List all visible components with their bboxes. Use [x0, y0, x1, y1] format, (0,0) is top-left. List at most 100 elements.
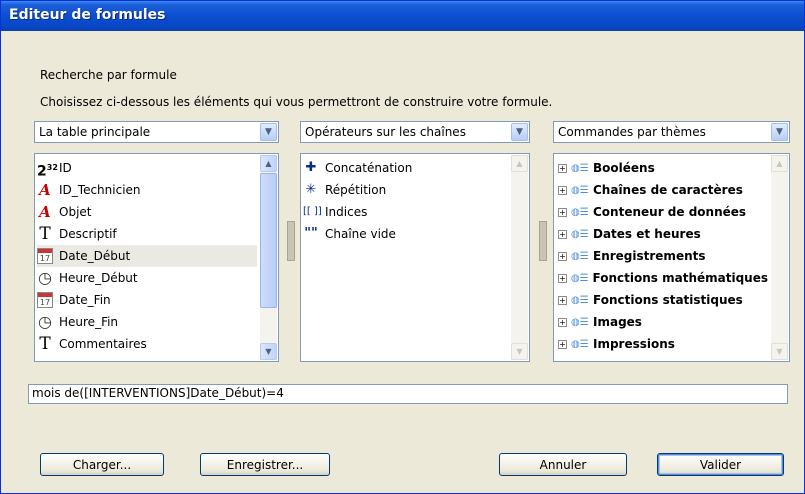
table-dropdown[interactable]: La table principale ▼	[34, 121, 279, 143]
fields-scrollbar[interactable]: ▲ ▼	[260, 155, 277, 360]
date-field-icon: 17	[37, 248, 53, 264]
theme-item[interactable]: + ◍☰ Conteneur de données	[558, 201, 768, 223]
brackets-operator-icon: [[ ]]	[303, 206, 322, 217]
operator-label: Indices	[325, 205, 368, 219]
field-label: Heure_Fin	[59, 315, 119, 329]
save-button[interactable]: Enregistrer...	[200, 453, 330, 476]
theme-label: Enregistrements	[593, 249, 706, 263]
field-item[interactable]: ◷ Heure_Début	[37, 267, 257, 289]
plus-operator-icon: ✚	[305, 160, 317, 175]
theme-icon: ◍☰	[571, 338, 589, 350]
search-heading: Recherche par formule	[40, 68, 177, 82]
text-field-icon: T	[39, 334, 51, 354]
theme-label: Images	[593, 315, 642, 329]
theme-icon: ◍☰	[570, 272, 589, 284]
operator-label: Chaîne vide	[325, 227, 396, 241]
time-field-icon: ◷	[38, 268, 52, 287]
numeric-field-icon: 232	[37, 163, 58, 180]
theme-icon: ◍☰	[571, 250, 589, 262]
scroll-up-icon: ▲	[771, 155, 788, 172]
field-item[interactable]: T Descriptif	[37, 223, 257, 245]
themes-tree[interactable]: ▲ ▼ + ◍☰ Booléens + ◍☰ Chaînes de caractères +…	[553, 153, 790, 362]
table-dropdown-value: La table principale	[39, 125, 151, 139]
text-field-icon: T	[39, 224, 51, 244]
theme-item[interactable]: + ◍☰ Booléens	[558, 157, 768, 179]
field-label: Avancement	[59, 359, 134, 361]
left-splitter[interactable]	[287, 221, 295, 261]
expand-icon[interactable]: +	[558, 163, 567, 173]
theme-item[interactable]: + ◍☰ Fonctions statistiques	[558, 289, 768, 311]
theme-item[interactable]: + ◍☰ Impressions	[558, 333, 768, 355]
theme-item[interactable]: + ◍☰ Fonctions mathématiques	[558, 267, 768, 289]
operators-dropdown[interactable]: Opérateurs sur les chaînes ▼	[300, 121, 530, 143]
empty-string-icon: ""	[304, 226, 318, 241]
expand-icon[interactable]: +	[558, 317, 567, 327]
validate-button[interactable]: Valider	[657, 453, 784, 476]
theme-item[interactable]: + ◍☰ Dates et heures	[558, 223, 768, 245]
theme-item[interactable]: + ◍☰ Chaînes de caractères	[558, 179, 768, 201]
field-label: Heure_Début	[59, 271, 138, 285]
field-label: Descriptif	[59, 227, 117, 241]
field-item[interactable]: T Commentaires	[37, 333, 257, 355]
chevron-down-icon[interactable]: ▼	[260, 123, 277, 141]
theme-item[interactable]: + ◍☰ Enregistrements	[558, 245, 768, 267]
expand-icon[interactable]: +	[558, 295, 567, 305]
expand-icon[interactable]: +	[558, 273, 567, 283]
instruction-text: Choisissez ci-dessous les éléments qui v…	[40, 95, 553, 109]
alpha-field-icon: A	[39, 203, 51, 221]
operator-label: Répétition	[325, 183, 387, 197]
themes-dropdown-value: Commandes par thèmes	[558, 125, 706, 139]
scroll-thumb[interactable]	[260, 173, 277, 308]
integer-field-icon: 16	[37, 358, 53, 361]
field-item[interactable]: 17 Date_Début	[37, 245, 257, 267]
right-splitter[interactable]	[539, 221, 547, 261]
theme-label: Fonctions statistiques	[593, 293, 743, 307]
field-label: ID_Technicien	[59, 183, 141, 197]
title-bar[interactable]: Editeur de formules	[1, 1, 804, 31]
themes-scrollbar[interactable]: ▲ ▼	[771, 155, 788, 360]
field-item[interactable]: ◷ Heure_Fin	[37, 311, 257, 333]
chevron-down-icon[interactable]: ▼	[771, 123, 788, 141]
formula-input[interactable]: mois de([INTERVENTIONS]Date_Début)=4	[28, 384, 788, 404]
field-item[interactable]: A Objet	[37, 201, 257, 223]
theme-icon: ◍☰	[571, 184, 589, 196]
field-item[interactable]: 232 ID	[37, 157, 257, 180]
theme-label: Chaînes de caractères	[593, 183, 743, 197]
scroll-down-icon[interactable]: ▼	[260, 343, 277, 360]
cancel-button[interactable]: Annuler	[499, 453, 627, 476]
operators-list[interactable]: ▲ ▼ ✚ Concaténation ✳ Répétition[[ ]] Indice…	[300, 153, 530, 362]
expand-icon[interactable]: +	[558, 229, 567, 239]
operator-item[interactable]: ✚ Concaténation	[303, 157, 413, 179]
expand-icon[interactable]: +	[558, 339, 567, 349]
formula-text: mois de([INTERVENTIONS]Date_Début)=4	[32, 386, 284, 400]
operator-item[interactable]: ✳ Répétition	[303, 179, 387, 201]
scroll-down-icon: ▼	[511, 343, 528, 360]
field-item[interactable]: 16 Avancement	[37, 355, 257, 361]
expand-icon[interactable]: +	[558, 207, 567, 217]
operators-dropdown-value: Opérateurs sur les chaînes	[305, 125, 466, 139]
field-label: ID	[59, 161, 72, 175]
fields-list[interactable]: ▲ ▼ 232 ID A ID_Technicien A Objet T Descriptif…	[34, 153, 279, 362]
window-title: Editeur de formules	[9, 7, 166, 23]
themes-dropdown[interactable]: Commandes par thèmes ▼	[553, 121, 790, 143]
operator-item[interactable]: [[ ]] Indices	[303, 201, 367, 223]
operator-item[interactable]: "" Chaîne vide	[303, 223, 396, 245]
theme-icon: ◍☰	[571, 294, 589, 306]
theme-icon: ◍☰	[571, 162, 589, 174]
theme-label: Fonctions mathématiques	[592, 271, 768, 285]
expand-icon[interactable]: +	[558, 185, 567, 195]
load-button[interactable]: Charger...	[40, 453, 164, 476]
field-label: Date_Début	[59, 249, 131, 263]
field-label: Commentaires	[59, 337, 147, 351]
operators-scrollbar[interactable]: ▲ ▼	[511, 155, 528, 360]
chevron-down-icon[interactable]: ▼	[511, 123, 528, 141]
expand-icon[interactable]: +	[558, 251, 567, 261]
theme-item[interactable]: + ◍☰ Images	[558, 311, 768, 333]
field-item[interactable]: A ID_Technicien	[37, 179, 257, 201]
field-item[interactable]: 17 Date_Fin	[37, 289, 257, 311]
scroll-up-icon[interactable]: ▲	[260, 155, 277, 172]
formula-editor-window: Editeur de formules Recherche par formul…	[0, 0, 805, 494]
asterisk-operator-icon: ✳	[305, 182, 317, 197]
theme-label: Dates et heures	[593, 227, 701, 241]
theme-icon: ◍☰	[571, 228, 589, 240]
